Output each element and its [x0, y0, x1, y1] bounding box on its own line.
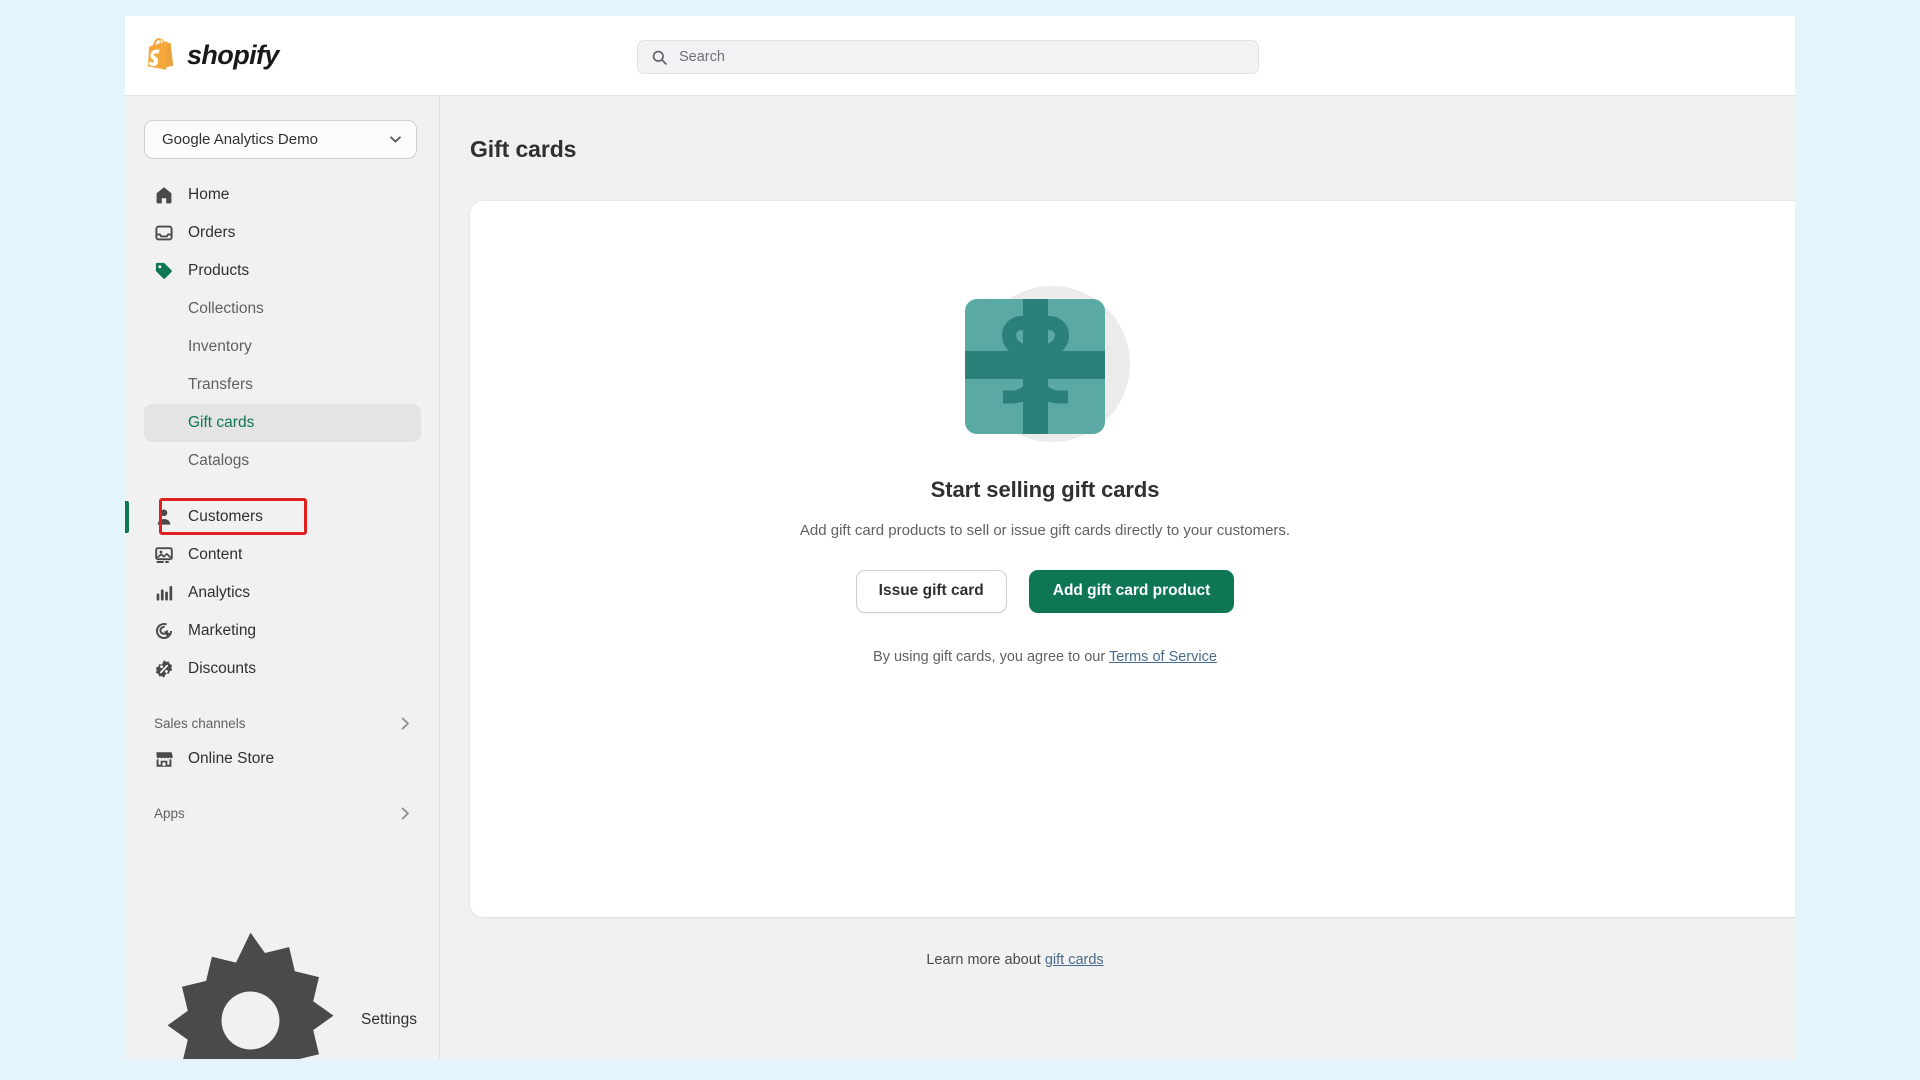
- sidebar-item-products[interactable]: Products: [144, 252, 421, 290]
- page-title: Gift cards: [470, 136, 577, 162]
- sidebar-item-online-store[interactable]: Online Store: [144, 740, 421, 778]
- learn-more-text: Learn more about: [926, 952, 1045, 968]
- active-page-indicator: [125, 501, 129, 533]
- issue-gift-card-button[interactable]: Issue gift card: [855, 569, 1007, 613]
- store-switcher[interactable]: Google Analytics Demo: [144, 120, 417, 159]
- top-bar: shopify: [125, 16, 1795, 96]
- customers-person-icon: [157, 509, 171, 525]
- sidebar-nav: Home Orders Products Collections Invento…: [125, 176, 440, 830]
- sidebar-item-label: Gift cards: [188, 414, 255, 431]
- search-bar[interactable]: [637, 40, 1259, 74]
- sidebar-item-content[interactable]: Content: [144, 536, 421, 574]
- sidebar-section-label: Apps: [154, 805, 185, 821]
- chevron-right-icon: [401, 807, 409, 819]
- terms-notice: By using gift cards, you agree to our Te…: [873, 649, 1217, 665]
- sidebar-item-gift-cards[interactable]: Gift cards: [144, 404, 421, 442]
- products-tag-icon: [155, 262, 172, 279]
- store-switcher-label: Google Analytics Demo: [162, 131, 318, 148]
- gift-card-illustration: [965, 286, 1130, 442]
- sidebar-item-home[interactable]: Home: [144, 176, 421, 214]
- sidebar-section-label: Sales channels: [154, 715, 246, 731]
- online-store-icon: [156, 752, 173, 767]
- chevron-down-icon: [390, 136, 401, 143]
- sidebar-item-label: Marketing: [188, 622, 257, 639]
- search-icon: [652, 50, 667, 65]
- sidebar-item-label: Collections: [188, 300, 264, 317]
- analytics-bars-icon: [156, 586, 173, 601]
- main-content: Gift cards Start selling gift cards Add …: [440, 96, 1795, 1059]
- sidebar-item-label: Home: [188, 186, 230, 203]
- sidebar-item-customers[interactable]: Customers: [144, 498, 421, 536]
- sidebar-item-transfers[interactable]: Transfers: [144, 366, 421, 404]
- orders-inbox-icon: [155, 225, 173, 241]
- gift-cards-help-link[interactable]: gift cards: [1045, 952, 1104, 968]
- gear-icon: [167, 932, 334, 1059]
- sidebar-item-label: Discounts: [188, 660, 257, 677]
- sidebar-item-label: Products: [188, 262, 250, 279]
- sidebar-item-orders[interactable]: Orders: [144, 214, 421, 252]
- add-gift-card-product-button[interactable]: Add gift card product: [1028, 569, 1235, 613]
- shopify-logo[interactable]: shopify: [148, 38, 279, 72]
- sidebar-item-analytics[interactable]: Analytics: [144, 574, 421, 612]
- sidebar-item-settings[interactable]: Settings: [144, 932, 417, 1059]
- gift-cards-empty-state-card: Start selling gift cards Add gift card p…: [470, 201, 1795, 917]
- sidebar-item-marketing[interactable]: Marketing: [144, 612, 421, 650]
- sidebar-item-label: Content: [188, 546, 243, 563]
- search-input[interactable]: [679, 49, 1239, 65]
- home-icon: [156, 187, 172, 204]
- shopify-bag-icon: [148, 38, 174, 70]
- sidebar-section-sales-channels[interactable]: Sales channels: [144, 706, 421, 740]
- sidebar-item-label: Customers: [188, 508, 263, 525]
- content-image-icon: [155, 547, 173, 563]
- sidebar-item-discounts[interactable]: Discounts: [144, 650, 421, 688]
- empty-state-title: Start selling gift cards: [930, 477, 1160, 502]
- sidebar-item-label: Transfers: [188, 376, 253, 393]
- sidebar-item-label: Analytics: [188, 584, 251, 601]
- empty-state-content: Start selling gift cards Add gift card p…: [470, 201, 1620, 917]
- chevron-right-icon: [401, 717, 409, 729]
- shopify-admin-window: shopify Google Analytics Demo Home: [125, 16, 1795, 1059]
- learn-more-footer: Learn more about gift cards: [440, 952, 1590, 968]
- sidebar-item-label: Settings: [360, 1011, 417, 1028]
- shopify-wordmark: shopify: [187, 39, 279, 70]
- empty-state-actions: Issue gift card Add gift card product: [855, 569, 1235, 613]
- empty-state-description: Add gift card products to sell or issue …: [799, 522, 1291, 539]
- terms-notice-text: By using gift cards, you agree to our: [873, 648, 1109, 665]
- discounts-percent-icon: [155, 660, 173, 678]
- sidebar: Google Analytics Demo Home Orders Produc…: [125, 96, 440, 1059]
- sidebar-item-collections[interactable]: Collections: [144, 290, 421, 328]
- marketing-target-icon: [156, 623, 172, 639]
- terms-of-service-link[interactable]: Terms of Service: [1109, 649, 1217, 665]
- sidebar-item-inventory[interactable]: Inventory: [144, 328, 421, 366]
- sidebar-item-label: Inventory: [188, 338, 252, 355]
- sidebar-item-label: Orders: [188, 224, 236, 241]
- sidebar-item-label: Online Store: [188, 750, 275, 767]
- sidebar-item-label: Catalogs: [188, 452, 250, 469]
- sidebar-section-apps[interactable]: Apps: [144, 796, 421, 830]
- sidebar-item-catalogs[interactable]: Catalogs: [144, 442, 421, 480]
